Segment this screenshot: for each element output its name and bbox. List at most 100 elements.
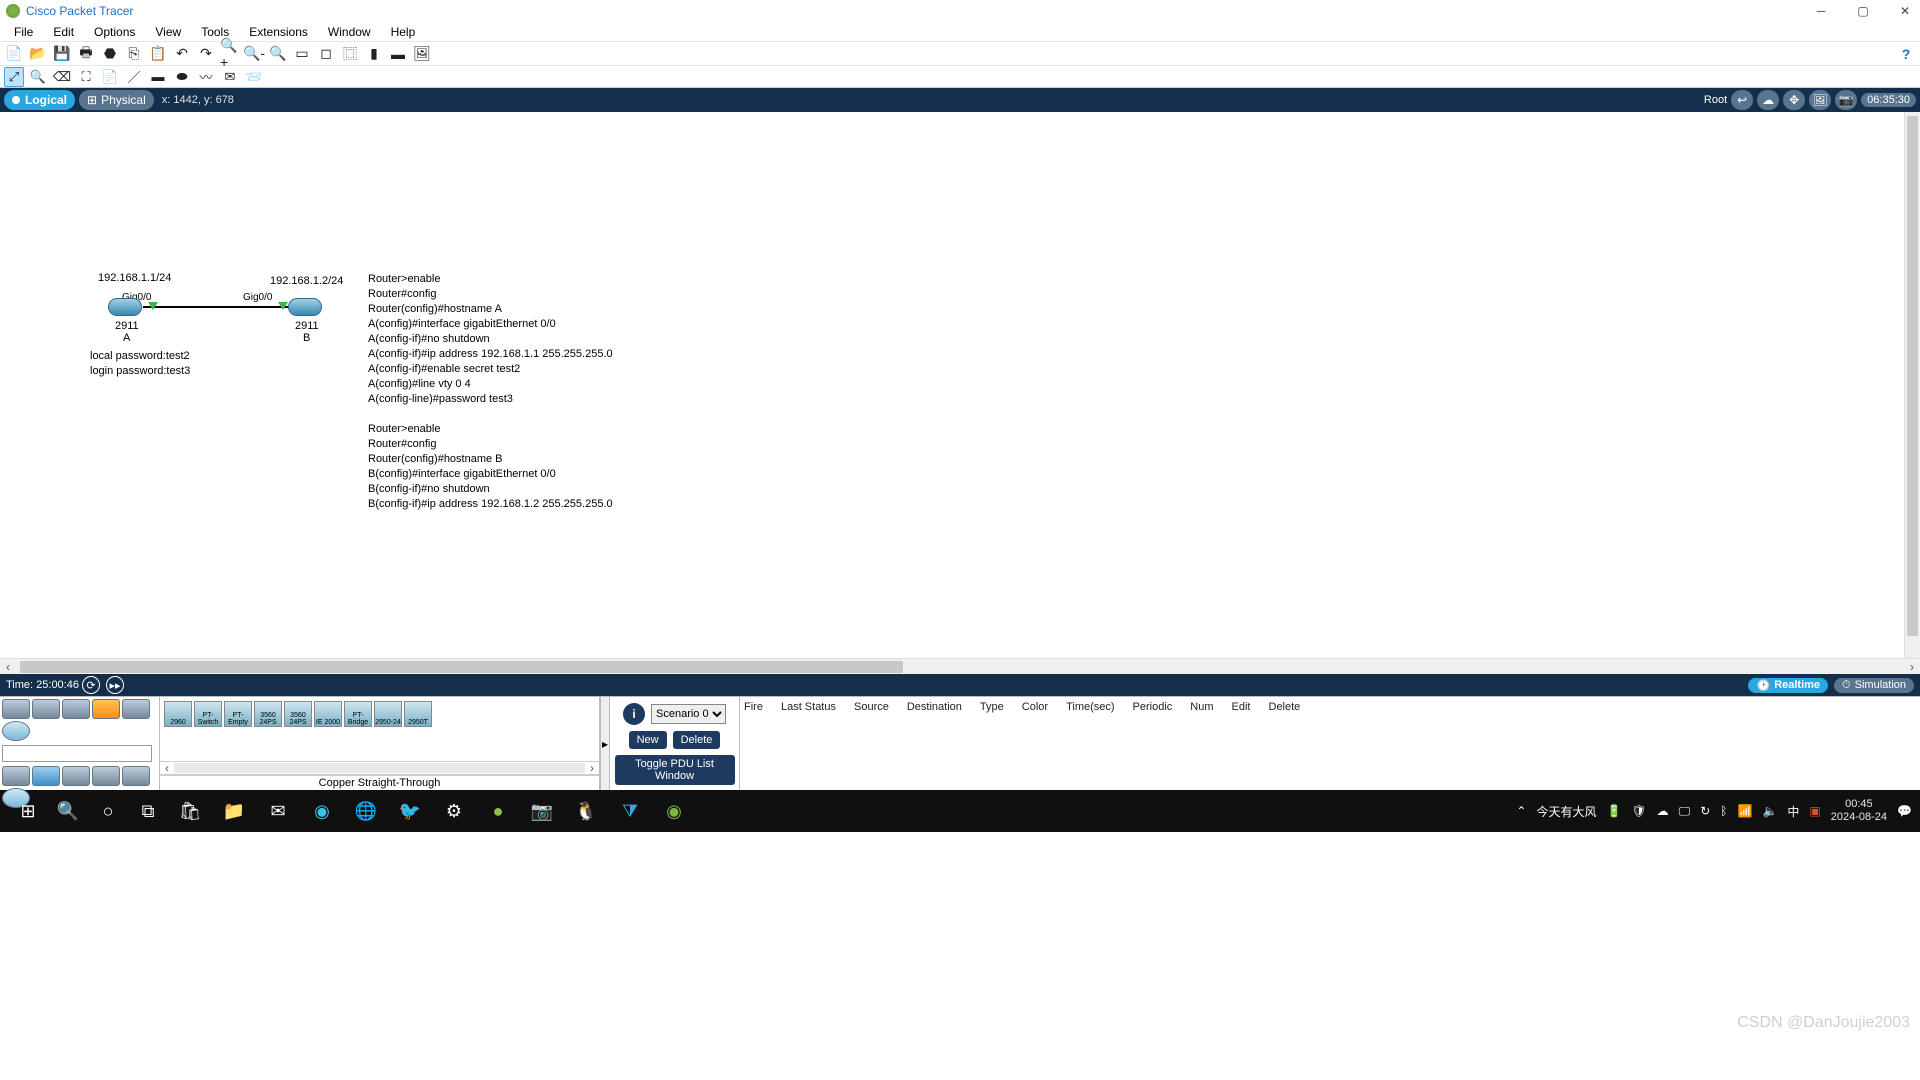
devcat-network-icon[interactable] <box>2 699 30 719</box>
toggle-pdu-button[interactable]: Toggle PDU List Window <box>615 755 735 785</box>
devsub-1-icon[interactable] <box>2 766 30 786</box>
taskbar-clock[interactable]: 00:45 2024-08-24 <box>1831 798 1887 824</box>
line-tool-icon[interactable]: ／ <box>124 67 144 87</box>
loop-button-icon[interactable]: ⟳ <box>82 676 100 694</box>
delete-tool-icon[interactable]: ⌫ <box>52 67 72 87</box>
model-2950t[interactable]: 2950T <box>404 701 432 727</box>
model-pt-empty[interactable]: PT-Empty <box>224 701 252 727</box>
note-tool-icon[interactable]: 📄 <box>100 67 120 87</box>
rect-tool-icon[interactable]: ▬ <box>148 67 168 87</box>
vertical-scroll-thumb[interactable] <box>1907 116 1918 636</box>
menu-file[interactable]: File <box>4 25 43 39</box>
weather-label[interactable]: 今天有大风 <box>1536 803 1596 820</box>
sound-icon[interactable]: 🔈 <box>1762 804 1777 818</box>
ellipse-tool-icon[interactable]: ⬬ <box>172 67 192 87</box>
complex-pdu-icon[interactable]: 📨 <box>244 67 264 87</box>
hdr-type[interactable]: Type <box>980 701 1004 713</box>
router-b-icon[interactable] <box>288 298 322 316</box>
model-scroll-left-icon[interactable]: ‹ <box>160 761 174 775</box>
zoom-in-icon[interactable]: 🔍+ <box>220 44 240 64</box>
select-tool-icon[interactable]: ⤢ <box>4 67 24 87</box>
scenario-info-icon[interactable]: i <box>623 703 645 725</box>
devsub-2-icon[interactable] <box>32 766 60 786</box>
instagram-icon[interactable]: 📷 <box>520 791 564 831</box>
root-label[interactable]: Root <box>1704 94 1727 106</box>
search-icon[interactable]: 🔍 <box>48 791 88 831</box>
paste-icon[interactable]: 📋 <box>148 44 168 64</box>
hdr-color[interactable]: Color <box>1022 701 1048 713</box>
horizontal-scroll-thumb[interactable] <box>20 661 903 673</box>
devsub-4-icon[interactable] <box>92 766 120 786</box>
hdr-source[interactable]: Source <box>854 701 889 713</box>
palette-icon-3[interactable]: 🖼 <box>412 44 432 64</box>
model-2950-24[interactable]: 2950-24 <box>374 701 402 727</box>
resize-tool-icon[interactable]: ⛶ <box>76 67 96 87</box>
new-file-icon[interactable]: 📄 <box>4 44 24 64</box>
explorer-icon[interactable]: 📁 <box>212 791 256 831</box>
hdr-delete[interactable]: Delete <box>1269 701 1301 713</box>
store-icon[interactable]: 🛍 <box>168 791 212 831</box>
hdr-periodic[interactable]: Periodic <box>1133 701 1173 713</box>
workspace-canvas[interactable]: 192.168.1.1/24 192.168.1.2/24 Gig0/0 Gig… <box>0 112 1920 658</box>
draw-tiled-icon[interactable]: ⿴ <box>340 44 360 64</box>
maximize-button[interactable]: ▢ <box>1854 4 1872 18</box>
minimize-button[interactable]: ─ <box>1812 4 1830 18</box>
inspect-tool-icon[interactable]: 🔍 <box>28 67 48 87</box>
logical-tab[interactable]: Logical <box>4 90 75 110</box>
splitter-handle[interactable]: ▸ <box>600 697 610 790</box>
horizontal-scrollbar[interactable]: ‹ › <box>0 658 1920 674</box>
bluetooth-icon[interactable]: ᛒ <box>1720 804 1727 818</box>
menu-view[interactable]: View <box>145 25 191 39</box>
copy-icon[interactable]: ⎘ <box>124 44 144 64</box>
mail-icon[interactable]: ✉ <box>256 791 300 831</box>
menu-options[interactable]: Options <box>84 25 145 39</box>
nav-viewport-icon[interactable]: 📷 <box>1835 90 1857 110</box>
devcat-components-icon[interactable] <box>62 699 90 719</box>
twitter-icon[interactable]: 🐦 <box>388 791 432 831</box>
edge-icon[interactable]: ◉ <box>300 791 344 831</box>
save-icon[interactable]: 💾 <box>52 44 72 64</box>
vscode-icon[interactable]: ⧩ <box>608 791 652 831</box>
hdr-num[interactable]: Num <box>1190 701 1213 713</box>
zoom-reset-icon[interactable]: 🔍 <box>268 44 288 64</box>
steam-icon[interactable]: ⚙ <box>432 791 476 831</box>
tray-overflow-icon[interactable]: ⌃ <box>1516 804 1526 818</box>
model-2960[interactable]: 2960 <box>164 701 192 727</box>
vertical-scrollbar[interactable] <box>1904 112 1920 658</box>
notifications-icon[interactable]: 💬 <box>1897 804 1912 818</box>
mail-tray-icon[interactable]: 🖵 <box>1679 804 1691 819</box>
scroll-left-icon[interactable]: ‹ <box>0 660 16 674</box>
link-line[interactable] <box>143 306 293 308</box>
help-icon[interactable]: ? <box>1896 44 1916 64</box>
realtime-tab[interactable]: 🕑 Realtime <box>1748 678 1828 693</box>
devcat-end-icon[interactable] <box>32 699 60 719</box>
device-search-input[interactable] <box>2 745 152 762</box>
devcat-connections-icon[interactable] <box>92 699 120 719</box>
model-ie2000[interactable]: IE 2000 <box>314 701 342 727</box>
menu-window[interactable]: Window <box>318 25 381 39</box>
scroll-right-icon[interactable]: › <box>1904 660 1920 674</box>
commands-note[interactable]: Router>enable Router#config Router(confi… <box>368 272 613 512</box>
devsub-5-icon[interactable] <box>122 766 150 786</box>
nav-back-icon[interactable]: ↩ <box>1731 90 1753 110</box>
app-tray-icon[interactable]: ▣ <box>1809 804 1820 818</box>
updates-icon[interactable]: ↻ <box>1700 804 1710 818</box>
onedrive-icon[interactable]: ☁ <box>1657 804 1669 818</box>
menu-edit[interactable]: Edit <box>43 25 84 39</box>
undo-icon[interactable]: ↶ <box>172 44 192 64</box>
freeform-tool-icon[interactable]: 〰 <box>196 67 216 87</box>
nav-move-icon[interactable]: ✥ <box>1783 90 1805 110</box>
devsub-3-icon[interactable] <box>62 766 90 786</box>
ime-label[interactable]: 中 <box>1787 803 1799 820</box>
credentials-note[interactable]: local password:test2 login password:test… <box>90 349 190 379</box>
hdr-destination[interactable]: Destination <box>907 701 962 713</box>
qq-icon[interactable]: 🐧 <box>564 791 608 831</box>
hdr-edit[interactable]: Edit <box>1232 701 1251 713</box>
task-view-icon[interactable]: ⧉ <box>128 791 168 831</box>
model-pt-bridge[interactable]: PT-Bridge <box>344 701 372 727</box>
open-folder-icon[interactable]: 📂 <box>28 44 48 64</box>
nav-bg-icon[interactable]: 🖼 <box>1809 90 1831 110</box>
packet-tracer-taskbar-icon[interactable]: ◉ <box>652 791 696 831</box>
devcat-misc1-icon[interactable] <box>122 699 150 719</box>
battery-icon[interactable]: 🔋 <box>1606 804 1621 818</box>
